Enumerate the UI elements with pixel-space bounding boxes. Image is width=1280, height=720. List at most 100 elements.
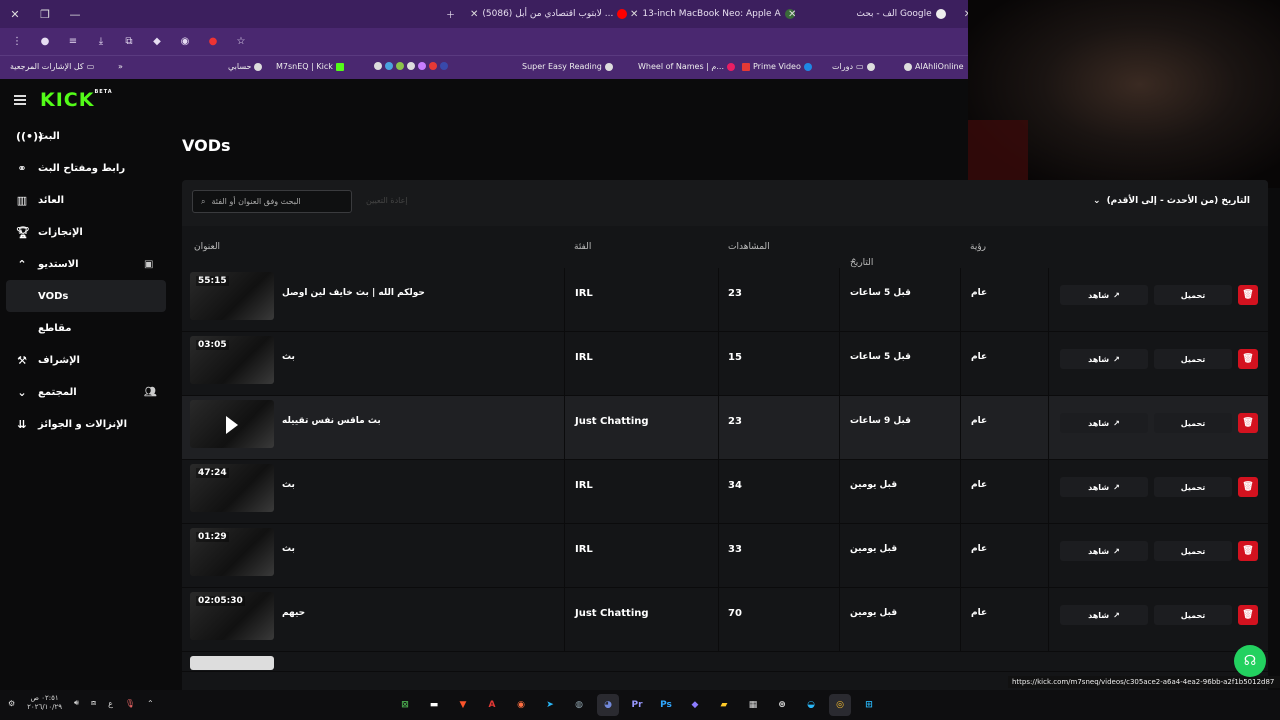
sidebar-item-moderation[interactable]: ⚒ الإشراف [0, 344, 172, 376]
watch-button[interactable]: شاهد ↗ [1060, 541, 1148, 561]
bookmark-icons-group[interactable] [374, 62, 448, 70]
delete-button[interactable]: 🗑︎ [1238, 477, 1258, 497]
tab-youtube[interactable]: ✕ (5086) لابتوب اقتصادي من أبل ... [470, 6, 628, 22]
new-tab-button[interactable]: ＋ [446, 6, 455, 22]
steam-icon[interactable]: ◍ [568, 694, 590, 716]
header-visibility[interactable]: رؤية [970, 242, 986, 252]
close-tab-icon[interactable]: ✕ [788, 9, 796, 20]
video-thumbnail[interactable]: 03:05 [190, 336, 274, 384]
video-title[interactable]: بث ماقس نفس تقييله [282, 416, 381, 426]
sidebar-item-stream[interactable]: ((•)) البث [0, 120, 172, 152]
profile-avatar[interactable]: ● [38, 36, 52, 47]
table-row[interactable]: بث ماقس نفس تقييله Just Chatting 23 قبل … [182, 396, 1268, 460]
download-button[interactable]: تحميل [1154, 413, 1232, 433]
clock[interactable]: ٠٢:٥١ ص ٢٠٢٦/١٠/٢٩ [27, 694, 62, 712]
watch-button[interactable]: شاهد ↗ [1060, 477, 1148, 497]
video-thumbnail[interactable]: 55:15 [190, 272, 274, 320]
download-button[interactable]: تحميل [1154, 349, 1232, 369]
video-title[interactable]: بث [282, 544, 295, 554]
discord-icon[interactable]: ◕ [597, 694, 619, 716]
chevron-up-icon[interactable]: ⌃ [147, 699, 154, 708]
acrobat-icon[interactable]: A [481, 694, 503, 716]
video-thumbnail[interactable]: 02:05:30 [190, 592, 274, 640]
sidebar-item-studio[interactable]: ⌃ الاستديو ▣ [0, 248, 172, 280]
terminal-icon[interactable]: ▬ [423, 694, 445, 716]
extension-icon[interactable]: ◆ [150, 36, 164, 47]
video-visibility[interactable]: عام [971, 288, 987, 298]
microphone-icon[interactable]: 🎙︎ [125, 699, 135, 708]
volume-icon[interactable]: 🔊︎ [74, 698, 79, 708]
bookmark-star-icon[interactable]: ☆ [234, 36, 248, 47]
menu-icon[interactable]: ⋮ [10, 36, 24, 47]
delete-button[interactable]: 🗑︎ [1238, 541, 1258, 561]
table-row[interactable]: 03:05 بث IRL 15 قبل 5 ساعات عام شاهد ↗ تح… [182, 332, 1268, 396]
delete-button[interactable]: 🗑︎ [1238, 413, 1258, 433]
video-visibility[interactable]: عام [971, 480, 987, 490]
bookmark-prime[interactable]: Prime Video [742, 62, 812, 71]
photoshop-icon[interactable]: Ps [655, 694, 677, 716]
app-icon[interactable]: ◉ [510, 694, 532, 716]
delete-button[interactable]: 🗑︎ [1238, 285, 1258, 305]
video-visibility[interactable]: عام [971, 544, 987, 554]
download-button[interactable]: تحميل [1154, 605, 1232, 625]
download-button[interactable]: تحميل [1154, 477, 1232, 497]
sidebar-item-achievements[interactable]: 🏆︎ الإنجازات [0, 216, 172, 248]
watch-button[interactable]: شاهد ↗ [1060, 605, 1148, 625]
bookmarks-overflow-icon[interactable]: » [118, 62, 123, 71]
download-button[interactable]: تحميل [1154, 541, 1232, 561]
bookmark-alahli[interactable]: AlAhliOnline [904, 62, 964, 71]
extensions-icon[interactable]: ⧉ [122, 36, 136, 47]
download-icon[interactable]: ⤓ [94, 36, 108, 47]
store-icon[interactable]: ▦ [742, 694, 764, 716]
sidebar-item-clips[interactable]: مقاطع [0, 312, 172, 344]
playlist-icon[interactable]: ≡ [66, 36, 80, 47]
video-title[interactable]: بث [282, 480, 295, 490]
bookmark-account[interactable]: حسابي [228, 62, 263, 71]
hamburger-menu-icon[interactable] [14, 95, 26, 105]
video-title[interactable]: حيهم [282, 608, 305, 618]
kick-logo[interactable]: KICKBETA [40, 89, 113, 111]
header-views[interactable]: المشاهدات [728, 242, 770, 252]
settings-icon[interactable]: ⚙ [8, 699, 15, 708]
video-thumbnail[interactable]: 01:29 [190, 528, 274, 576]
video-title[interactable]: حولكم الله | بث خايف لين اوصل [282, 288, 425, 298]
app-icon[interactable]: ⊛ [771, 694, 793, 716]
table-row[interactable]: 02:05:30 حيهم Just Chatting 70 قبل يومين… [182, 588, 1268, 652]
chrome-icon[interactable]: ◎ [829, 694, 851, 716]
windows-start-icon[interactable]: ⊞ [858, 694, 880, 716]
close-window-icon[interactable]: ✕ [0, 8, 30, 21]
tab-apple[interactable]: ✕ 13-inch MacBook Neo: Apple A [630, 6, 795, 22]
header-category[interactable]: الفئة [574, 242, 591, 252]
support-chat-icon[interactable]: ☊ [1234, 645, 1266, 677]
tab-google[interactable]: ✕ الف - بحث Google ✕ [788, 6, 972, 22]
video-visibility[interactable]: عام [971, 608, 987, 618]
delete-button[interactable]: 🗑︎ [1238, 605, 1258, 625]
language-indicator[interactable]: ع [108, 699, 113, 708]
excel-icon[interactable]: ⊠ [394, 694, 416, 716]
video-visibility[interactable]: عام [971, 416, 987, 426]
watch-button[interactable]: شاهد ↗ [1060, 413, 1148, 433]
close-tab-icon[interactable]: ✕ [630, 9, 638, 20]
sidebar-item-revenue[interactable]: ▥ العائد [0, 184, 172, 216]
bookmark-courses[interactable]: دورات ▭ [832, 62, 875, 71]
reset-button[interactable]: إعادة التعيين [366, 196, 408, 205]
telegram-icon[interactable]: ➤ [539, 694, 561, 716]
bookmark-wheel[interactable]: Wheel of Names | م... [638, 62, 735, 71]
minimize-window-icon[interactable]: — [60, 8, 90, 21]
table-row[interactable]: 55:15 حولكم الله | بث خايف لين اوصل IRL … [182, 268, 1268, 332]
extension-icon[interactable]: ● [206, 36, 220, 47]
video-title[interactable]: بث [282, 352, 295, 362]
extension-icon[interactable]: ◉ [178, 36, 192, 47]
file-explorer-icon[interactable]: ▰ [713, 694, 735, 716]
header-title[interactable]: العنوان [194, 242, 220, 252]
edge-icon[interactable]: ◒ [800, 694, 822, 716]
watch-button[interactable]: شاهد ↗ [1060, 285, 1148, 305]
video-thumbnail[interactable] [190, 656, 274, 670]
bookmark-reading[interactable]: Super Easy Reading [522, 62, 613, 71]
table-row[interactable]: 01:29 بث IRL 33 قبل يومين عام شاهد ↗ تحمي… [182, 524, 1268, 588]
premiere-icon[interactable]: Pr [626, 694, 648, 716]
app-icon[interactable]: ◆ [684, 694, 706, 716]
download-button[interactable]: تحميل [1154, 285, 1232, 305]
bookmark-kick[interactable]: M7snEQ | Kick [276, 62, 344, 71]
video-thumbnail[interactable]: 47:24 [190, 464, 274, 512]
